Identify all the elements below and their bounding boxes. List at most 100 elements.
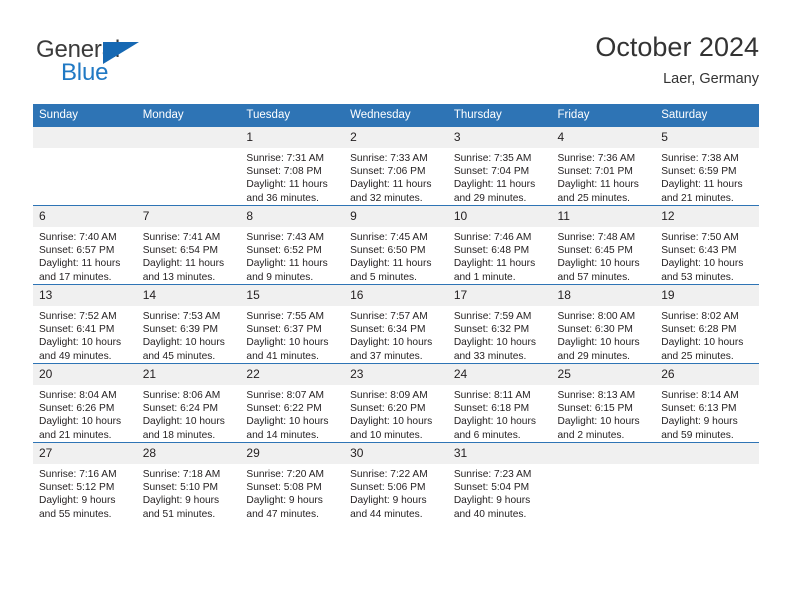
sunrise-time: Sunrise: 7:57 AM <box>350 311 428 322</box>
day-number: 14 <box>136 285 241 306</box>
day-details: Sunrise: 8:13 AM Sunset: 6:15 PM Daylight:… <box>552 385 656 442</box>
day-details: Sunrise: 7:41 AM Sunset: 6:54 PM Daylight:… <box>137 227 241 284</box>
sunset-time: Sunset: 6:28 PM <box>661 324 737 336</box>
sunset-time: Sunset: 6:13 PM <box>661 403 737 415</box>
sunrise-time: Sunrise: 8:09 AM <box>350 390 428 401</box>
calendar-day-cell[interactable]: 2 Sunrise: 7:33 AM Sunset: 7:06 PM Daylight… <box>344 127 448 206</box>
calendar-day-cell[interactable]: 24 Sunrise: 8:11 AM Sunset: 6:18 PM Dayligh… <box>447 363 552 443</box>
day-details: Sunrise: 7:18 AM Sunset: 5:10 PM Daylight:… <box>137 464 241 521</box>
page-subtitle: Laer, Germany <box>663 71 759 87</box>
day-number: 25 <box>551 364 656 385</box>
calendar-day-cell[interactable]: 6 Sunrise: 7:40 AM Sunset: 6:57 PM Daylight… <box>33 205 137 285</box>
sunset-time: Sunset: 6:37 PM <box>246 324 322 336</box>
daylight-duration-line1: Daylight: 9 hours <box>661 416 738 428</box>
day-number: 20 <box>33 364 137 385</box>
daylight-duration-line1: Daylight: 10 hours <box>661 258 744 270</box>
sunrise-time: Sunrise: 7:43 AM <box>246 232 324 243</box>
day-details: Sunrise: 7:40 AM Sunset: 6:57 PM Daylight:… <box>33 227 137 284</box>
calendar-day-cell[interactable]: 7 Sunrise: 7:41 AM Sunset: 6:54 PM Daylight… <box>136 205 241 285</box>
weekday-header-tuesday: Tuesday <box>240 104 345 127</box>
day-number: 3 <box>447 127 552 148</box>
daylight-duration-line2: and 13 minutes. <box>142 271 216 283</box>
day-details: Sunrise: 8:04 AM Sunset: 6:26 PM Daylight:… <box>33 385 137 442</box>
daylight-duration-line1: Daylight: 11 hours <box>350 258 432 270</box>
day-number: 26 <box>655 364 759 385</box>
sunset-time: Sunset: 7:04 PM <box>453 166 530 178</box>
day-number: 13 <box>33 285 137 306</box>
calendar-day-cell[interactable]: 3 Sunrise: 7:35 AM Sunset: 7:04 PM Daylight… <box>447 127 552 206</box>
day-number: 12 <box>655 206 759 227</box>
brand-name-blue: Blue <box>61 59 109 86</box>
sunset-time: Sunset: 5:10 PM <box>142 482 219 494</box>
day-number: 23 <box>344 364 448 385</box>
day-number: 30 <box>344 443 448 464</box>
daylight-duration-line2: and 9 minutes. <box>246 271 314 283</box>
sunrise-time: Sunrise: 8:07 AM <box>246 390 324 401</box>
daylight-duration-line1: Daylight: 10 hours <box>39 416 122 428</box>
calendar-day-cell[interactable]: 22 Sunrise: 8:07 AM Sunset: 6:22 PM Dayligh… <box>240 363 345 443</box>
title-block: October 2024 Laer, Germany <box>595 30 759 90</box>
calendar-day-cell[interactable]: 5 Sunrise: 7:38 AM Sunset: 6:59 PM Daylight… <box>655 127 759 206</box>
calendar-day-cell[interactable]: 26 Sunrise: 8:14 AM Sunset: 6:13 PM Dayligh… <box>655 363 759 443</box>
sunrise-time: Sunrise: 7:16 AM <box>39 469 117 480</box>
day-details: Sunrise: 7:55 AM Sunset: 6:37 PM Daylight:… <box>240 306 344 363</box>
daylight-duration-line2: and 45 minutes. <box>142 350 216 362</box>
day-number <box>33 127 137 148</box>
calendar-day-cell[interactable]: 28 Sunrise: 7:18 AM Sunset: 5:10 PM Dayligh… <box>136 442 241 521</box>
sunrise-time: Sunrise: 7:50 AM <box>661 232 739 243</box>
calendar-day-cell[interactable]: 29 Sunrise: 7:20 AM Sunset: 5:08 PM Dayligh… <box>240 442 345 521</box>
brand-logo[interactable]: General Blue <box>33 36 213 94</box>
calendar-day-cell[interactable]: 12 Sunrise: 7:50 AM Sunset: 6:43 PM Dayligh… <box>655 205 759 285</box>
day-number: 17 <box>447 285 552 306</box>
day-number <box>551 443 656 464</box>
calendar-day-cell-empty <box>33 127 137 206</box>
sunrise-time: Sunrise: 8:06 AM <box>142 390 221 401</box>
daylight-duration-line2: and 57 minutes. <box>557 271 631 283</box>
day-details: Sunrise: 7:35 AM Sunset: 7:04 PM Daylight:… <box>448 148 552 205</box>
calendar-day-cell[interactable]: 31 Sunrise: 7:23 AM Sunset: 5:04 PM Dayligh… <box>447 442 552 521</box>
calendar-day-cell[interactable]: 10 Sunrise: 7:46 AM Sunset: 6:48 PM Dayligh… <box>447 205 552 285</box>
day-details: Sunrise: 7:50 AM Sunset: 6:43 PM Daylight:… <box>655 227 759 284</box>
calendar-day-cell[interactable]: 4 Sunrise: 7:36 AM Sunset: 7:01 PM Daylight… <box>551 127 656 206</box>
day-details: Sunrise: 8:06 AM Sunset: 6:24 PM Daylight:… <box>137 385 241 442</box>
calendar-day-cell[interactable]: 30 Sunrise: 7:22 AM Sunset: 5:06 PM Dayligh… <box>344 442 448 521</box>
calendar-day-cell[interactable]: 21 Sunrise: 8:06 AM Sunset: 6:24 PM Dayligh… <box>136 363 241 443</box>
calendar-day-cell[interactable]: 27 Sunrise: 7:16 AM Sunset: 5:12 PM Dayligh… <box>33 442 137 521</box>
calendar-day-cell[interactable]: 1 Sunrise: 7:31 AM Sunset: 7:08 PM Daylight… <box>240 127 345 206</box>
calendar-day-cell[interactable]: 19 Sunrise: 8:02 AM Sunset: 6:28 PM Dayligh… <box>655 284 759 364</box>
sunset-time: Sunset: 6:41 PM <box>39 324 115 336</box>
sunset-time: Sunset: 6:39 PM <box>142 324 219 336</box>
daylight-duration-line1: Daylight: 10 hours <box>557 416 640 428</box>
daylight-duration-line1: Daylight: 10 hours <box>453 337 536 349</box>
calendar-day-cell[interactable]: 25 Sunrise: 8:13 AM Sunset: 6:15 PM Dayligh… <box>551 363 656 443</box>
sunset-time: Sunset: 6:45 PM <box>557 245 633 257</box>
day-details: Sunrise: 8:14 AM Sunset: 6:13 PM Daylight:… <box>655 385 759 442</box>
calendar-day-cell[interactable]: 16 Sunrise: 7:57 AM Sunset: 6:34 PM Dayligh… <box>344 284 448 364</box>
daylight-duration-line2: and 51 minutes. <box>142 508 216 520</box>
sunset-time: Sunset: 6:54 PM <box>142 245 219 257</box>
day-number: 1 <box>240 127 345 148</box>
calendar-day-cell[interactable]: 13 Sunrise: 7:52 AM Sunset: 6:41 PM Dayligh… <box>33 284 137 364</box>
day-details: Sunrise: 8:00 AM Sunset: 6:30 PM Daylight:… <box>552 306 656 363</box>
calendar-day-cell[interactable]: 17 Sunrise: 7:59 AM Sunset: 6:32 PM Dayligh… <box>447 284 552 364</box>
calendar-day-cell[interactable]: 11 Sunrise: 7:48 AM Sunset: 6:45 PM Dayligh… <box>551 205 656 285</box>
calendar-day-cell[interactable]: 23 Sunrise: 8:09 AM Sunset: 6:20 PM Dayligh… <box>344 363 448 443</box>
sunset-time: Sunset: 6:30 PM <box>557 324 633 336</box>
sunset-time: Sunset: 6:57 PM <box>39 245 115 257</box>
daylight-duration-line1: Daylight: 10 hours <box>142 416 225 428</box>
daylight-duration-line2: and 21 minutes. <box>661 192 734 204</box>
day-details: Sunrise: 8:02 AM Sunset: 6:28 PM Daylight:… <box>655 306 759 363</box>
calendar-day-cell[interactable]: 9 Sunrise: 7:45 AM Sunset: 6:50 PM Daylight… <box>344 205 448 285</box>
calendar-day-cell[interactable]: 18 Sunrise: 8:00 AM Sunset: 6:30 PM Dayligh… <box>551 284 656 364</box>
calendar-week-row: 1 Sunrise: 7:31 AM Sunset: 7:08 PM Daylight… <box>33 127 759 206</box>
calendar-day-cell[interactable]: 20 Sunrise: 8:04 AM Sunset: 6:26 PM Dayligh… <box>33 363 137 443</box>
daylight-duration-line1: Daylight: 10 hours <box>557 258 640 270</box>
daylight-duration-line1: Daylight: 11 hours <box>39 258 121 270</box>
calendar-day-cell[interactable]: 8 Sunrise: 7:43 AM Sunset: 6:52 PM Daylight… <box>240 205 345 285</box>
sunrise-time: Sunrise: 7:38 AM <box>661 153 739 164</box>
calendar-day-cell[interactable]: 15 Sunrise: 7:55 AM Sunset: 6:37 PM Dayligh… <box>240 284 345 364</box>
sunrise-time: Sunrise: 8:02 AM <box>661 311 739 322</box>
day-details: Sunrise: 7:36 AM Sunset: 7:01 PM Daylight:… <box>552 148 656 205</box>
calendar-day-cell[interactable]: 14 Sunrise: 7:53 AM Sunset: 6:39 PM Dayligh… <box>136 284 241 364</box>
daylight-duration-line1: Daylight: 10 hours <box>246 416 329 428</box>
